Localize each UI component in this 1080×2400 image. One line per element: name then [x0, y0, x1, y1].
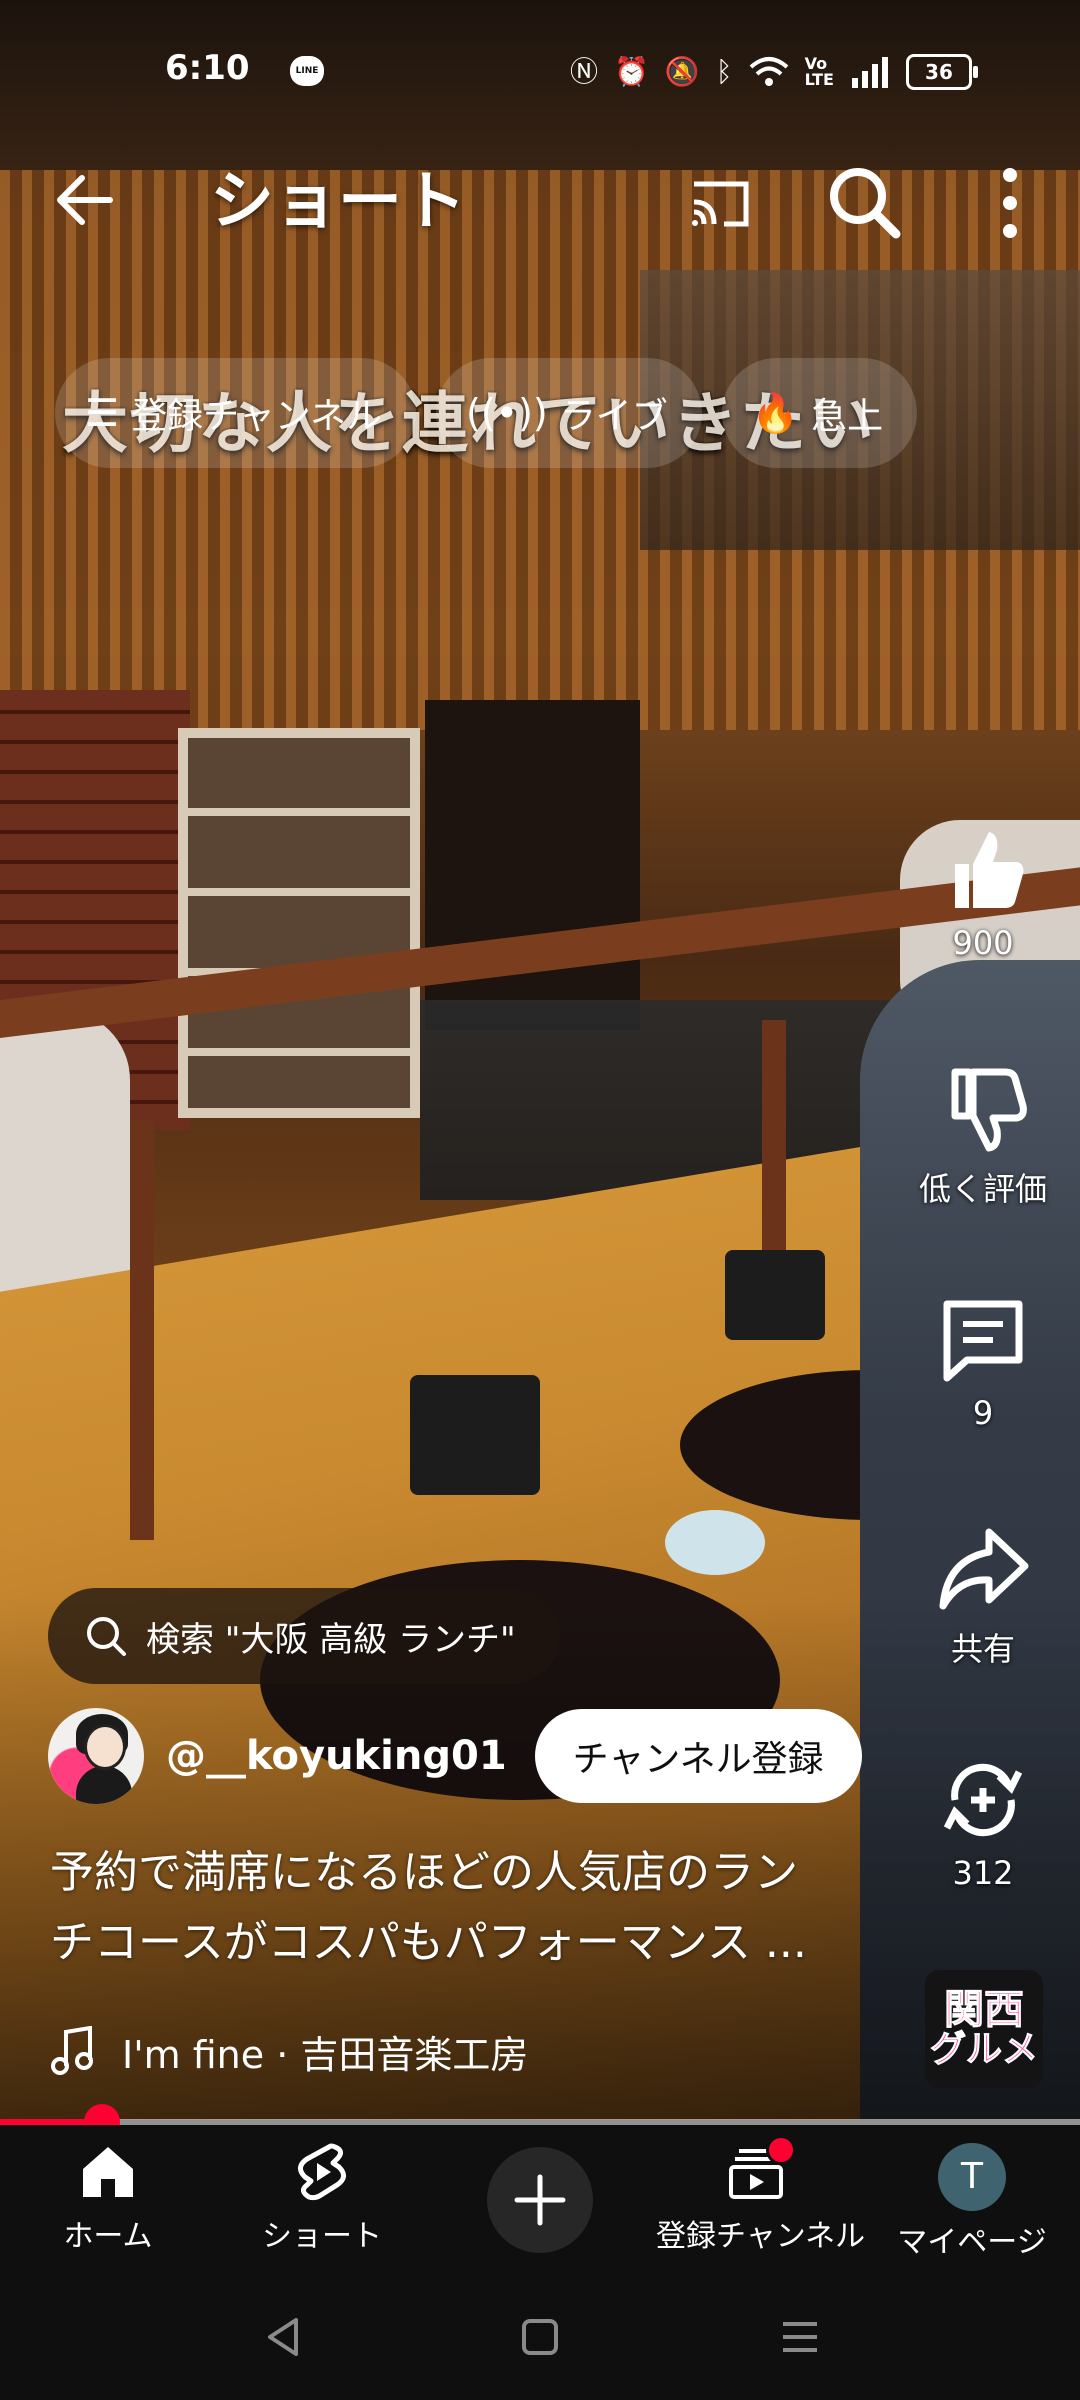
page-title: ショート: [210, 165, 466, 239]
nav-shorts-label: ショート: [262, 2219, 382, 2254]
mute-icon: 🔕: [664, 55, 700, 88]
bottom-navigation: ホーム ショート 登録チャンネル T マイページ: [0, 2125, 1080, 2270]
live-icon: ((•)): [466, 391, 548, 435]
remix-count: 312: [952, 1854, 1014, 1892]
comment-count: 9: [972, 1394, 994, 1432]
related-search-chip[interactable]: 検索 "大阪 高級 ランチ": [48, 1588, 560, 1684]
cast-icon: [692, 181, 749, 227]
chip-trending[interactable]: 🔥 急上: [721, 358, 918, 468]
system-navigation-bar: [0, 2270, 1080, 2400]
system-recents-icon[interactable]: [775, 2312, 825, 2362]
like-button[interactable]: 900: [918, 820, 1048, 962]
channel-avatar[interactable]: [48, 1708, 144, 1804]
more-vert-icon: [1003, 168, 1017, 238]
thumbs-down-icon: [951, 1068, 1027, 1152]
battery-icon: 36: [905, 54, 978, 90]
video-bowl: [665, 1510, 765, 1575]
sound-thumbnail-line2: グルメ: [929, 2029, 1038, 2071]
nav-subscriptions-label: 登録チャンネル: [656, 2219, 866, 2254]
line-notification-icon: LINE: [290, 56, 324, 86]
like-count: 900: [952, 924, 1014, 962]
music-note-icon: [51, 2026, 93, 2075]
app-bar: ショート: [0, 140, 1080, 250]
sound-thumbnail[interactable]: 関西 グルメ: [925, 1970, 1043, 2088]
nav-subscriptions[interactable]: 登録チャンネル: [656, 2125, 866, 2270]
nav-you-label: マイページ: [897, 2225, 1047, 2260]
subscriptions-icon: ☰: [85, 391, 120, 435]
search-button[interactable]: [820, 158, 910, 248]
related-search-text: 検索 "大阪 高級 ランチ": [146, 1619, 516, 1660]
back-button[interactable]: [48, 160, 128, 240]
video-chef-left: [0, 1010, 130, 1310]
remix-icon: [943, 1763, 1023, 1837]
more-options-button[interactable]: [985, 158, 1035, 248]
shorts-icon: [298, 2143, 346, 2201]
trending-icon: 🔥: [751, 390, 800, 435]
chip-live[interactable]: ((•)) ライブ: [436, 358, 702, 468]
comment-icon: [943, 1300, 1023, 1382]
nav-shorts[interactable]: ショート: [222, 2125, 422, 2270]
nav-home-label: ホーム: [63, 2219, 153, 2254]
wifi-icon: [749, 57, 788, 86]
plus-icon: [514, 2174, 566, 2226]
chip-label: 急上: [811, 396, 884, 437]
system-home-icon[interactable]: [515, 2312, 565, 2362]
video-description[interactable]: 予約で満席になるほどの人気店のラン チコースがコスパもパフォーマンス ...: [50, 1838, 880, 1978]
chip-label: ライブ: [559, 396, 668, 437]
nav-home[interactable]: ホーム: [8, 2125, 208, 2270]
music-track: I'm fine · 吉田音楽工房: [122, 2032, 529, 2077]
sound-thumbnail-line1: 関西: [944, 1987, 1025, 2034]
chip-label: 登録チャンネル: [131, 396, 382, 437]
nfc-icon: Ⓝ: [570, 55, 599, 88]
status-bar: 6:10 LINE Ⓝ ⏰ 🔕 ᛒ Vo LTE 36: [0, 0, 1080, 140]
status-icons: Ⓝ ⏰ 🔕 ᛒ Vo LTE 36: [570, 52, 1010, 92]
cast-button[interactable]: [680, 162, 760, 242]
nav-you[interactable]: T マイページ: [872, 2125, 1072, 2270]
alarm-icon: ⏰: [614, 55, 649, 88]
dislike-button[interactable]: 低く評価: [918, 1060, 1048, 1210]
signal-icon: [851, 57, 888, 88]
video-holder: [725, 1250, 825, 1340]
video-holder: [410, 1375, 540, 1495]
bluetooth-icon: ᛒ: [715, 55, 733, 88]
dislike-label: 低く評価: [918, 1170, 1047, 1208]
search-icon: [830, 168, 901, 239]
remix-button[interactable]: 312: [918, 1750, 1048, 1892]
user-avatar: T: [938, 2143, 1006, 2211]
channel-handle[interactable]: @__koyuking01: [166, 1733, 507, 1779]
chip-subscriptions[interactable]: ☰ 登録チャンネル: [55, 358, 416, 468]
description-line: 予約で満席になるほどの人気店のラン: [50, 1847, 798, 1898]
home-icon: [83, 2147, 133, 2197]
music-row[interactable]: I'm fine · 吉田音楽工房: [50, 2016, 528, 2086]
notification-dot: [766, 2135, 796, 2165]
back-arrow-icon: [57, 175, 113, 225]
comment-button[interactable]: 9: [918, 1290, 1048, 1432]
share-label: 共有: [950, 1630, 1015, 1668]
system-back-icon[interactable]: [258, 2312, 308, 2362]
status-time: 6:10: [165, 48, 250, 88]
share-icon: [939, 1528, 1029, 1610]
description-line: チコースがコスパもパフォーマンス ...: [50, 1917, 807, 1968]
search-icon: [87, 1617, 126, 1656]
create-button[interactable]: [487, 2147, 593, 2253]
video-shelf: [178, 728, 420, 1118]
filter-chips: ☰ 登録チャンネル ((•)) ライブ 🔥 急上: [55, 358, 1080, 468]
video-post: [130, 1120, 154, 1540]
volte-icon: Vo LTE: [804, 54, 834, 89]
channel-row: @__koyuking01 チャンネル登録: [48, 1708, 862, 1804]
subscribe-button[interactable]: チャンネル登録: [534, 1709, 862, 1803]
thumbs-up-icon: [955, 832, 1024, 908]
share-button[interactable]: 共有: [918, 1520, 1048, 1670]
